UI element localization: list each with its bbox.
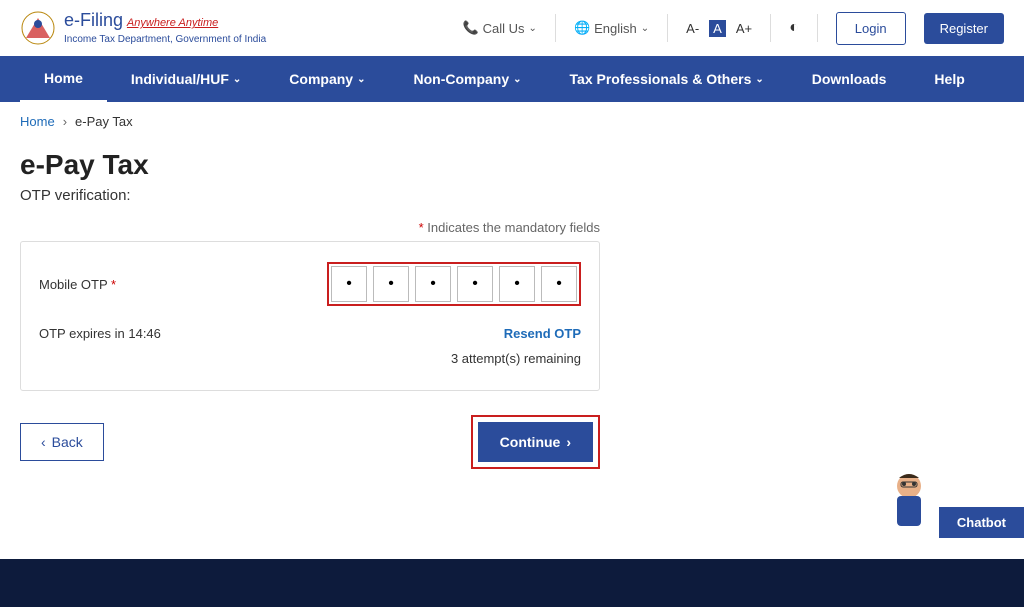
resend-otp-link[interactable]: Resend OTP — [504, 326, 581, 341]
breadcrumb-home-link[interactable]: Home — [20, 114, 55, 129]
otp-row: Mobile OTP * — [39, 262, 581, 306]
emblem-logo — [20, 10, 56, 46]
otp-digit-1[interactable] — [331, 266, 367, 302]
otp-attempts-remaining: 3 attempt(s) remaining — [39, 351, 581, 366]
action-row: ‹ Back Continue › — [20, 415, 600, 469]
contrast-toggle-icon[interactable]: ◐ — [789, 19, 799, 37]
otp-expire-text: OTP expires in 14:46 — [39, 326, 161, 341]
otp-digit-5[interactable] — [499, 266, 535, 302]
asterisk-icon: * — [419, 220, 424, 235]
department-subtext: Income Tax Department, Government of Ind… — [64, 34, 266, 46]
otp-digit-6[interactable] — [541, 266, 577, 302]
chevron-left-icon: ‹ — [41, 434, 46, 450]
header: e-Filing Anywhere Anytime Income Tax Dep… — [0, 0, 1024, 56]
continue-button[interactable]: Continue › — [478, 422, 593, 462]
globe-icon: 🌐 — [574, 20, 590, 36]
asterisk-icon: * — [111, 277, 116, 292]
divider — [667, 14, 668, 42]
chevron-down-icon: ⌄ — [641, 23, 649, 34]
page-subtitle: OTP verification: — [20, 187, 600, 204]
otp-expire-row: OTP expires in 14:46 Resend OTP — [39, 326, 581, 341]
login-button[interactable]: Login — [836, 12, 906, 45]
divider — [555, 14, 556, 42]
page-title: e-Pay Tax — [20, 149, 600, 181]
breadcrumb-current: e-Pay Tax — [75, 114, 133, 129]
otp-digit-2[interactable] — [373, 266, 409, 302]
nav-noncompany[interactable]: Non-Company⌄ — [389, 56, 545, 102]
otp-card: Mobile OTP * OTP expires in 14:46 Resend… — [20, 241, 600, 391]
header-right: 📞 Call Us ⌄ 🌐 English ⌄ A- A A+ ◐ Login … — [462, 12, 1004, 45]
chevron-down-icon: ⌄ — [529, 23, 537, 34]
font-decrease-button[interactable]: A- — [686, 21, 699, 36]
font-normal-button[interactable]: A — [709, 20, 726, 37]
back-button[interactable]: ‹ Back — [20, 423, 104, 461]
font-increase-button[interactable]: A+ — [736, 21, 752, 36]
nav-home[interactable]: Home — [20, 56, 107, 102]
logo-section: e-Filing Anywhere Anytime Income Tax Dep… — [20, 10, 266, 46]
otp-digit-3[interactable] — [415, 266, 451, 302]
chevron-down-icon: ⌄ — [357, 74, 365, 85]
chevron-down-icon: ⌄ — [755, 74, 763, 85]
chevron-down-icon: ⌄ — [233, 74, 241, 85]
tagline: Anywhere Anytime — [127, 17, 218, 29]
otp-digit-4[interactable] — [457, 266, 493, 302]
nav-help[interactable]: Help — [910, 56, 988, 102]
chatbot-button[interactable]: Chatbot — [939, 507, 1024, 538]
main-content: Home › e-Pay Tax e-Pay Tax OTP verificat… — [0, 102, 620, 499]
brand-name: e-Filing — [64, 10, 123, 30]
breadcrumb: Home › e-Pay Tax — [20, 114, 600, 129]
phone-icon: 📞 — [462, 20, 478, 36]
nav-company[interactable]: Company⌄ — [265, 56, 389, 102]
register-button[interactable]: Register — [924, 13, 1004, 44]
mandatory-note: * Indicates the mandatory fields — [20, 220, 600, 235]
chevron-right-icon: › — [566, 434, 571, 450]
chatbot-avatar-icon — [879, 468, 939, 538]
divider — [770, 14, 771, 42]
breadcrumb-separator: › — [63, 114, 67, 129]
chatbot-widget: Chatbot — [879, 468, 1024, 538]
call-us-label: Call Us — [483, 21, 525, 36]
logo-text: e-Filing Anywhere Anytime Income Tax Dep… — [64, 10, 266, 46]
main-nav: Home Individual/HUF⌄ Company⌄ Non-Compan… — [0, 56, 1024, 102]
divider — [817, 14, 818, 42]
language-label: English — [594, 21, 637, 36]
language-dropdown[interactable]: 🌐 English ⌄ — [574, 20, 649, 36]
otp-label: Mobile OTP * — [39, 277, 315, 292]
nav-individual[interactable]: Individual/HUF⌄ — [107, 56, 265, 102]
otp-inputs-highlight — [327, 262, 581, 306]
call-us-dropdown[interactable]: 📞 Call Us ⌄ — [462, 20, 536, 36]
font-size-controls: A- A A+ — [686, 20, 752, 37]
continue-highlight: Continue › — [471, 415, 600, 469]
nav-downloads[interactable]: Downloads — [788, 56, 911, 102]
chevron-down-icon: ⌄ — [513, 74, 521, 85]
nav-tax-professionals[interactable]: Tax Professionals & Others⌄ — [546, 56, 788, 102]
footer-band — [0, 559, 1024, 607]
